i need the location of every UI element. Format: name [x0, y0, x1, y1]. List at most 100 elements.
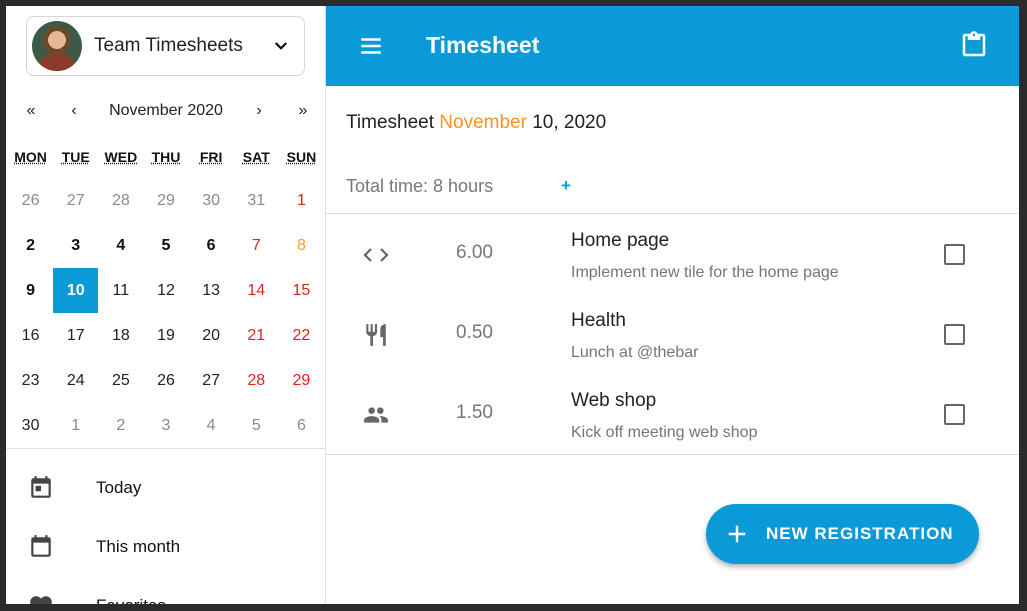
sidebar: Team Timesheets « ‹ November 2020 › » MO…	[6, 6, 326, 604]
menu-icon[interactable]	[358, 33, 384, 59]
calendar-day[interactable]: 30	[189, 178, 234, 223]
sidebar-item-label: This month	[96, 537, 181, 556]
calendar-day[interactable]: 28	[234, 358, 279, 403]
team-selector[interactable]: Team Timesheets	[26, 16, 305, 76]
timesheet-heading: Timesheet November 10, 2020	[346, 112, 606, 134]
calendar-day[interactable]: 14	[234, 268, 279, 313]
calendar-day[interactable]: 19	[143, 313, 188, 358]
calendar-day[interactable]: 12	[143, 268, 188, 313]
add-time-button[interactable]: +	[561, 176, 571, 196]
new-registration-button[interactable]: NEW REGISTRATION	[706, 504, 979, 564]
calendar-day[interactable]: 26	[143, 358, 188, 403]
entry-hours: 1.50	[456, 402, 493, 423]
calendar-day[interactable]: 5	[234, 403, 279, 448]
first-page-button[interactable]: «	[21, 102, 41, 120]
total-time: Total time: 8 hours	[346, 176, 494, 196]
calendar-day[interactable]: 11	[98, 268, 143, 313]
calendar-day[interactable]: 29	[143, 178, 188, 223]
calendar-day[interactable]: 17	[53, 313, 98, 358]
page-title: Timesheet	[426, 32, 540, 58]
entry-project: Home page	[571, 230, 670, 251]
calendar-week-row: 2345678	[8, 223, 324, 268]
list-item[interactable]: 6.00 Home page Implement new tile for th…	[326, 214, 1019, 294]
calendar-title[interactable]: November 2020	[101, 102, 231, 120]
calendar-nav: « ‹ November 2020 › »	[6, 102, 325, 126]
entry-description: Kick off meeting web shop	[571, 424, 758, 441]
sidebar-item-this-month[interactable]: This month	[6, 517, 325, 577]
entry-description: Implement new tile for the home page	[571, 264, 839, 281]
avatar	[32, 21, 82, 71]
calendar-day[interactable]: 6	[189, 223, 234, 268]
calendar-day-selected[interactable]: 10	[53, 268, 99, 313]
sidebar-item-label: Today	[96, 478, 142, 497]
calendar-day[interactable]: 3	[53, 223, 98, 268]
weekday-header: MON	[14, 149, 47, 165]
calendar-day[interactable]: 23	[8, 358, 53, 403]
list-item[interactable]: 0.50 Health Lunch at @thebar	[326, 294, 1019, 374]
sidebar-item-favorites[interactable]: Favorites	[6, 576, 325, 604]
calendar-day[interactable]: 5	[143, 223, 188, 268]
heading-prefix: Timesheet	[346, 112, 434, 133]
calendar-day[interactable]: 22	[279, 313, 324, 358]
weekday-header: FRI	[199, 149, 223, 165]
entry-description: Lunch at @thebar	[571, 344, 699, 361]
entry-hours: 0.50	[456, 322, 493, 343]
app-window: Team Timesheets « ‹ November 2020 › » MO…	[6, 6, 1019, 604]
calendar-day[interactable]: 3	[143, 403, 188, 448]
weekday-header: TUE	[61, 149, 90, 165]
weekday-header: THU	[151, 149, 181, 165]
list-item[interactable]: 1.50 Web shop Kick off meeting web shop	[326, 374, 1019, 454]
divider	[6, 448, 325, 449]
heart-icon	[30, 596, 52, 604]
calendar-day[interactable]: 24	[53, 358, 98, 403]
calendar-week-row: 23 24 25 26 27 28 29	[8, 358, 324, 403]
entry-hours: 6.00	[456, 242, 493, 263]
heading-date: 10, 2020	[532, 112, 607, 133]
calendar-day[interactable]: 9	[8, 268, 53, 313]
sidebar-item-label: Favorites	[96, 596, 166, 604]
app-bar: Timesheet	[326, 6, 1019, 86]
calendar-day[interactable]: 2	[8, 223, 53, 268]
entry-checkbox[interactable]	[944, 324, 965, 345]
calendar-day[interactable]: 6	[279, 403, 324, 448]
calendar-day[interactable]: 16	[8, 313, 53, 358]
calendar-day[interactable]: 7	[234, 223, 279, 268]
calendar-day[interactable]: 4	[189, 403, 234, 448]
calendar-day[interactable]: 15	[279, 268, 324, 313]
calendar-week-row: 16 17 18 19 20 21 22	[8, 313, 324, 358]
team-name: Team Timesheets	[94, 35, 243, 56]
next-month-button[interactable]: ›	[249, 102, 269, 120]
calendar-week-row: 26 27 28 29 30 31 1	[8, 178, 324, 223]
calendar-day[interactable]: 29	[279, 358, 324, 403]
calendar-weekdays: MON TUE WED THU FRI SAT SUN	[8, 149, 324, 165]
clipboard-icon[interactable]	[959, 30, 989, 60]
heading-month[interactable]: November	[439, 112, 527, 133]
prev-month-button[interactable]: ‹	[64, 102, 84, 120]
calendar-day[interactable]: 25	[98, 358, 143, 403]
calendar-day[interactable]: 2	[98, 403, 143, 448]
calendar-day[interactable]: 27	[189, 358, 234, 403]
calendar-day[interactable]: 31	[234, 178, 279, 223]
calendar-month-icon	[31, 535, 51, 557]
calendar-day[interactable]: 18	[98, 313, 143, 358]
calendar-day[interactable]: 26	[8, 178, 53, 223]
calendar-day[interactable]: 4	[98, 223, 143, 268]
entry-checkbox[interactable]	[944, 244, 965, 265]
calendar-week-row: 9 10 11 12 13 14 15	[8, 268, 324, 313]
calendar-day[interactable]: 27	[53, 178, 98, 223]
calendar-day[interactable]: 8	[279, 223, 324, 268]
entry-project: Health	[571, 310, 626, 331]
weekday-header: SUN	[286, 149, 317, 165]
calendar-day[interactable]: 1	[53, 403, 98, 448]
calendar-day[interactable]: 21	[234, 313, 279, 358]
calendar-day[interactable]: 28	[98, 178, 143, 223]
sidebar-item-today[interactable]: Today	[6, 458, 325, 518]
last-page-button[interactable]: »	[293, 102, 313, 120]
divider	[326, 454, 1019, 455]
calendar-day[interactable]: 30	[8, 403, 53, 448]
calendar-day[interactable]: 20	[189, 313, 234, 358]
calendar-week-row: 30 1 2 3 4 5 6	[8, 403, 324, 448]
calendar-day[interactable]: 1	[279, 178, 324, 223]
entry-checkbox[interactable]	[944, 404, 965, 425]
calendar-day[interactable]: 13	[189, 268, 234, 313]
